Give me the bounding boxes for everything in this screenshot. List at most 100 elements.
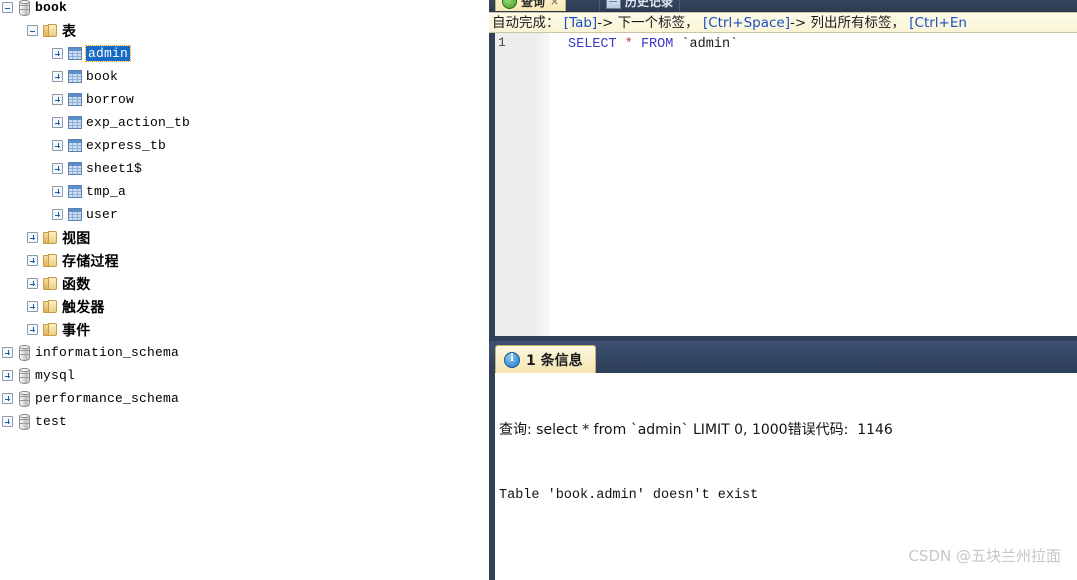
history-icon <box>606 0 621 9</box>
table-icon <box>68 47 82 60</box>
tree-row[interactable]: borrow <box>0 88 489 111</box>
sql-token: * <box>624 37 633 52</box>
tab-history-label: 历史记录 <box>625 0 674 9</box>
message-line-1: 查询: select * from `admin` LIMIT 0, 1000错… <box>499 422 893 438</box>
tree-row-label: book <box>35 0 68 15</box>
table-icon <box>68 93 82 106</box>
editor-tab-strip[interactable]: 查询 × 历史记录 ▾ <box>489 0 1077 12</box>
tree-row[interactable]: sheet1$ <box>0 157 489 180</box>
tree-row-label: express_tb <box>86 138 167 153</box>
tree-row-label: 视图 <box>62 230 91 247</box>
tree-row[interactable]: 视图 <box>0 226 489 249</box>
expand-icon[interactable] <box>2 416 13 427</box>
database-icon <box>18 367 31 384</box>
results-tab-bar[interactable]: 1 条信息 <box>489 341 1077 373</box>
tree-row-label: user <box>86 207 119 222</box>
hint-key-ctrl-space: [Ctrl+Space] <box>702 15 790 31</box>
run-query-icon <box>502 0 517 9</box>
tab-message-info[interactable]: 1 条信息 <box>495 345 596 373</box>
expand-icon[interactable] <box>27 301 38 312</box>
expand-icon[interactable] <box>27 324 38 335</box>
folder-icon <box>43 253 58 268</box>
tree-row-label: information_schema <box>35 345 180 360</box>
expand-icon[interactable] <box>52 209 63 220</box>
folder-icon <box>43 322 58 337</box>
tree-row[interactable]: exp_action_tb <box>0 111 489 134</box>
expand-icon[interactable] <box>52 117 63 128</box>
sql-editor[interactable]: 1 SELECT * FROM `admin` <box>495 33 1077 336</box>
tree-row[interactable]: book <box>0 0 489 19</box>
watermark: CSDN @五块兰州拉面 <box>908 547 1061 565</box>
tree-row[interactable]: performance_schema <box>0 387 489 410</box>
expand-icon[interactable] <box>2 370 13 381</box>
tree-row[interactable]: 存储过程 <box>0 249 489 272</box>
info-icon <box>504 351 520 368</box>
tree-row[interactable]: 触发器 <box>0 295 489 318</box>
expand-icon[interactable] <box>2 393 13 404</box>
expand-icon[interactable] <box>27 255 38 266</box>
expand-icon[interactable] <box>52 71 63 82</box>
tree-row[interactable]: 表 <box>0 19 489 42</box>
database-icon <box>18 413 31 430</box>
tab-query-label: 查询 <box>521 0 546 9</box>
tree-row-label: 触发器 <box>62 299 105 316</box>
expand-icon[interactable] <box>52 186 63 197</box>
message-tab-label: 1 条信息 <box>526 352 583 369</box>
expand-icon[interactable] <box>27 232 38 243</box>
sql-token: `admin` <box>673 37 739 52</box>
collapse-icon[interactable] <box>27 25 38 36</box>
tree-row[interactable]: express_tb <box>0 134 489 157</box>
editor-line-number-gutter: 1 <box>495 33 551 336</box>
tree-row-label: admin <box>84 45 132 62</box>
tree-row[interactable]: 事件 <box>0 318 489 341</box>
folder-icon <box>43 276 58 291</box>
tree-row-label: sheet1$ <box>86 161 143 176</box>
tree-row[interactable]: tmp_a <box>0 180 489 203</box>
tree-row-label: 事件 <box>62 322 91 339</box>
message-line-2: Table 'book.admin' doesn't exist <box>499 488 759 503</box>
line-number: 1 <box>498 35 506 50</box>
database-object-tree[interactable]: book 表 admin book borrow exp_action_tb express… <box>0 0 489 580</box>
tree-row-label: exp_action_tb <box>86 115 191 130</box>
tree-row[interactable]: user <box>0 203 489 226</box>
tree-row-label: performance_schema <box>35 391 180 406</box>
expand-icon[interactable] <box>2 347 13 358</box>
tree-row[interactable]: 函数 <box>0 272 489 295</box>
tree-row-list: book 表 admin book borrow exp_action_tb express… <box>0 0 489 433</box>
expand-icon[interactable] <box>52 94 63 105</box>
database-icon <box>18 0 31 16</box>
tab-history[interactable]: 历史记录 <box>599 0 681 11</box>
hint-key-ctrl-enter: [Ctrl+En <box>909 15 967 31</box>
database-icon <box>18 344 31 361</box>
folder-icon <box>43 23 58 38</box>
query-panel: 查询 × 历史记录 ▾ 自动完成： [Tab]-> 下一个标签， [Ctrl+S… <box>489 0 1077 580</box>
folder-icon <box>43 299 58 314</box>
autocomplete-hint-bar: 自动完成： [Tab]-> 下一个标签， [Ctrl+Space]-> 列出所有… <box>489 12 1077 33</box>
hint-text-1: -> 下一个标签， <box>597 15 699 31</box>
tree-row[interactable]: information_schema <box>0 341 489 364</box>
expand-icon[interactable] <box>52 48 63 59</box>
tree-row[interactable]: test <box>0 410 489 433</box>
expand-icon[interactable] <box>27 278 38 289</box>
table-icon <box>68 70 82 83</box>
tree-row[interactable]: mysql <box>0 364 489 387</box>
folder-icon <box>43 230 58 245</box>
tree-row[interactable]: book <box>0 65 489 88</box>
tab-query[interactable]: 查询 × <box>495 0 567 11</box>
database-icon <box>18 390 31 407</box>
expand-icon[interactable] <box>52 140 63 151</box>
tree-row-label: tmp_a <box>86 184 127 199</box>
expand-icon[interactable] <box>52 163 63 174</box>
table-icon <box>68 139 82 152</box>
hint-text-2: -> 列出所有标签， <box>789 15 905 31</box>
tab-close-icon[interactable]: × <box>550 0 559 8</box>
sql-code-area[interactable]: SELECT * FROM `admin` <box>551 33 1077 336</box>
tree-row[interactable]: admin <box>0 42 489 65</box>
collapse-icon[interactable] <box>2 2 13 13</box>
table-icon <box>68 162 82 175</box>
hint-key-tab: [Tab] <box>563 15 598 31</box>
hint-prefix: 自动完成： <box>492 15 560 31</box>
table-icon <box>68 208 82 221</box>
